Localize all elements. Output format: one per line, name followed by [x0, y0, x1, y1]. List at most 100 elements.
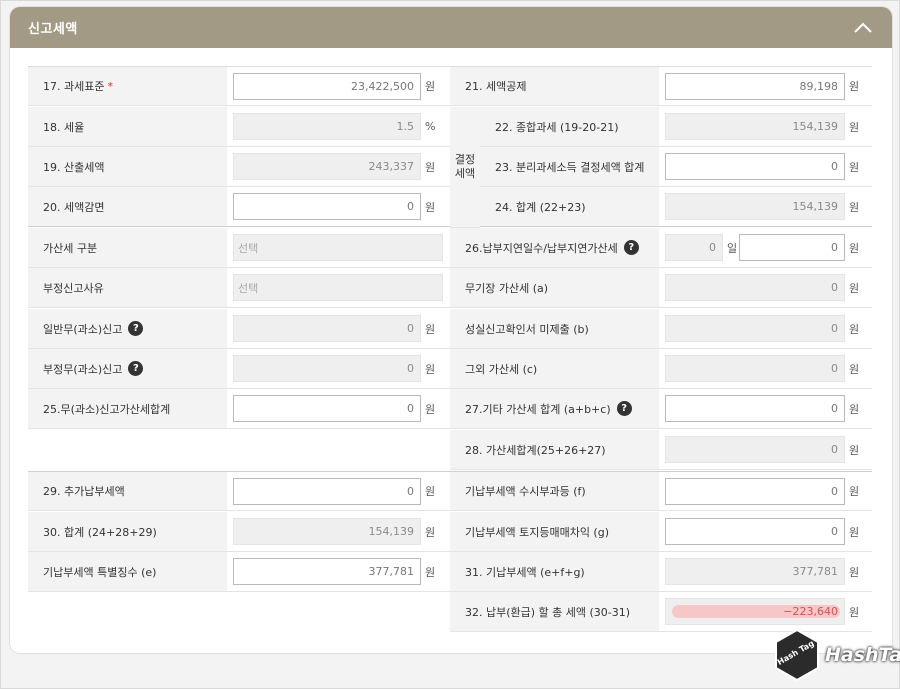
- prepaid-occasional-input[interactable]: 0: [665, 477, 845, 505]
- row-penalty-type: 가산세 구분 선택: [28, 228, 450, 268]
- label-text: 29. 추가납부세액: [43, 485, 125, 498]
- label-text: 가산세 구분: [43, 241, 98, 255]
- row-fraud-underreport: 부정무(과소)신고? 0 원: [28, 349, 450, 389]
- underreport-penalty-input[interactable]: 0: [233, 395, 421, 422]
- field-value: 0: [407, 322, 414, 335]
- tax-reduction-input[interactable]: 0: [233, 193, 421, 220]
- label-text: 25.무(과소)신고가산세합계: [43, 402, 171, 416]
- row-tax-reduction: 20. 세액감면 0 원: [28, 187, 450, 227]
- row-other-penalty-total: 27.기타 가산세 합계 (a+b+c)? 0 원: [450, 389, 872, 429]
- label-text: 20. 세액감면: [43, 200, 105, 214]
- row-label: 그외 가산세 (c): [450, 349, 659, 388]
- select-value: 선택: [238, 281, 259, 295]
- unit-label: 원: [425, 485, 436, 498]
- late-penalty-input[interactable]: 0: [739, 234, 845, 261]
- label-text: 26.납부지연일수/납부지연가산세: [465, 241, 618, 255]
- label-text: 31. 기납부세액 (e+f+g): [465, 565, 585, 579]
- row-fraud-reason: 부정신고사유 선택: [28, 268, 450, 308]
- row-cell: 0 원: [659, 389, 872, 428]
- row-label: 31. 기납부세액 (e+f+g): [450, 552, 659, 591]
- row-label: 25.무(과소)신고가산세합계: [28, 389, 227, 428]
- label-text: 24. 합계 (22+23): [495, 200, 586, 214]
- prepaid-total-field: 377,781: [665, 558, 845, 585]
- row-penalty-total: 28. 가산세합계(25+26+27) 0 원: [450, 430, 872, 470]
- field-value: 23,422,500: [351, 79, 414, 93]
- row-cell: 0 원: [659, 472, 872, 510]
- penalty-type-select[interactable]: 선택: [233, 234, 443, 261]
- tax-credit-input[interactable]: 89,198: [665, 72, 845, 100]
- row-label: 32. 납부(환급) 할 총 세액 (30-31): [450, 592, 659, 631]
- label-text: 성실신고확인서 미제출 (b): [465, 322, 589, 336]
- row-other-penalty: 그외 가산세 (c) 0 원: [450, 349, 872, 389]
- row-cell: 선택: [227, 268, 450, 307]
- row-cell: 0 원: [659, 268, 872, 307]
- row-label: 17. 과세표준 *: [28, 67, 227, 105]
- help-icon[interactable]: ?: [128, 321, 144, 336]
- prepaid-withholding-input[interactable]: 377,781: [233, 558, 421, 585]
- row-prepaid-land-trade: 기납부세액 토지등매매차익 (g) 0 원: [450, 512, 872, 552]
- late-days-field: 0: [665, 234, 723, 261]
- field-value: 154,139: [368, 525, 415, 538]
- field-value: 0: [831, 322, 838, 335]
- field-value: 0: [831, 241, 838, 254]
- help-icon[interactable]: ?: [623, 240, 639, 255]
- help-icon[interactable]: ?: [128, 361, 144, 376]
- field-value: 0: [831, 525, 838, 538]
- row-additional-payment: 29. 추가납부세액 0 원: [28, 471, 450, 511]
- unit-label: 원: [425, 322, 436, 336]
- label-text: 32. 납부(환급) 할 총 세액 (30-31): [465, 605, 631, 619]
- unit-label: 원: [425, 80, 436, 93]
- row-total-payable: 32. 납부(환급) 할 총 세액 (30-31) −223,640 원: [450, 592, 872, 632]
- row-tax-base: 17. 과세표준 * 23,422,500 원: [28, 66, 450, 106]
- other-penalty-total-input[interactable]: 0: [665, 395, 845, 422]
- row-label: 22. 종합과세 (19-20-21): [480, 107, 659, 146]
- additional-payment-input[interactable]: 0: [233, 477, 421, 505]
- total-payable-field: −223,640: [665, 598, 845, 625]
- unit-label: 원: [849, 241, 860, 255]
- no-bookkeeping-field: 0: [665, 274, 845, 301]
- row-label: 21. 세액공제: [450, 67, 659, 105]
- chevron-up-icon[interactable]: [852, 17, 874, 39]
- total-field: 154,139: [233, 518, 421, 545]
- row-cell: 0 원: [227, 309, 450, 348]
- row-label: 24. 합계 (22+23): [480, 187, 659, 226]
- field-value: 0: [407, 484, 414, 498]
- panel-title: 신고세액: [28, 22, 78, 37]
- field-value: 0: [407, 362, 414, 375]
- determined-total-field: 154,139: [665, 193, 845, 220]
- row-prepaid-special-withholding: 기납부세액 특별징수 (e) 377,781 원: [28, 552, 450, 592]
- row-label: 19. 산출세액: [28, 147, 227, 186]
- help-icon[interactable]: ?: [616, 401, 632, 416]
- unit-label: 원: [849, 200, 860, 214]
- row-label: 부정신고사유: [28, 268, 227, 307]
- tax-base-input[interactable]: 23,422,500: [233, 72, 421, 100]
- row-label: 기납부세액 토지등매매차익 (g): [450, 512, 659, 551]
- row-label: 기납부세액 특별징수 (e): [28, 552, 227, 591]
- penalty-total-field: 0: [665, 436, 845, 463]
- label-text: 기납부세액 토지등매매차익 (g): [465, 525, 609, 539]
- row-comprehensive-tax: 22. 종합과세 (19-20-21) 154,139 원: [480, 107, 872, 147]
- label-text: 부정무(과소)신고: [43, 362, 123, 376]
- unit-label: 원: [425, 200, 436, 214]
- label-text: 28. 가산세합계(25+26+27): [465, 443, 606, 457]
- row-determined-total: 24. 합계 (22+23) 154,139 원: [480, 187, 872, 227]
- field-value: 0: [831, 484, 838, 498]
- row-cell: 선택: [227, 228, 450, 267]
- hashtag-badge-icon: Hash Tag: [775, 628, 819, 682]
- field-value: −223,640: [783, 605, 838, 618]
- row-label: 부정무(과소)신고?: [28, 349, 227, 388]
- row-cell: 0 원: [227, 187, 450, 226]
- row-sincerity-confirmation: 성실신고확인서 미제출 (b) 0 원: [450, 309, 872, 349]
- watermark-text: HashTag: [825, 644, 900, 666]
- prepaid-land-trade-input[interactable]: 0: [665, 518, 845, 545]
- panel-header[interactable]: 신고세액: [10, 7, 892, 48]
- field-value: 0: [407, 200, 414, 213]
- row-cell: 377,781 원: [659, 552, 872, 591]
- row-tax-credit: 21. 세액공제 89,198 원: [450, 66, 872, 106]
- fraud-reason-select[interactable]: 선택: [233, 274, 443, 301]
- label-text: 22. 종합과세 (19-20-21): [495, 120, 619, 134]
- separate-tax-input[interactable]: 0: [665, 153, 845, 180]
- unit-label: 원: [425, 160, 436, 174]
- row-prepaid-total: 31. 기납부세액 (e+f+g) 377,781 원: [450, 552, 872, 592]
- field-value: 243,337: [368, 160, 415, 173]
